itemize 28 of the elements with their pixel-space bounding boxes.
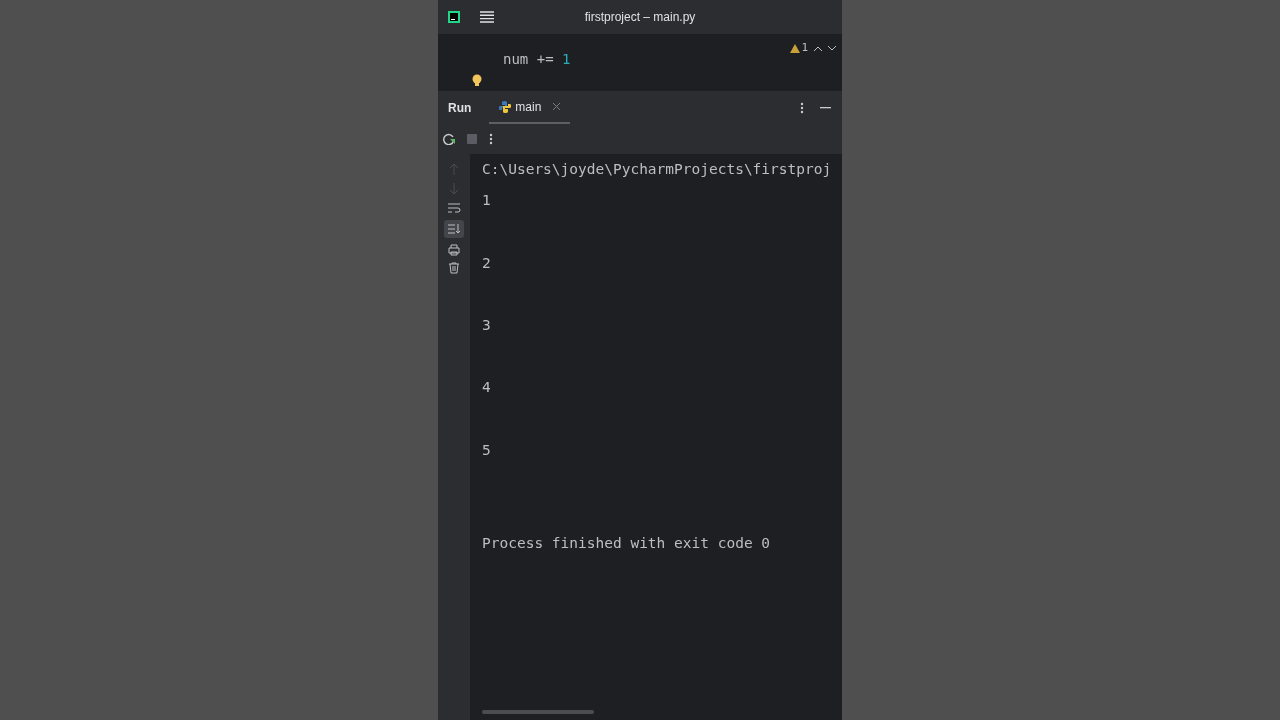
console-line: Process finished with exit code 0 xyxy=(482,535,771,552)
console-line: C:\Users\joyde\PycharmProjects\firstproj xyxy=(482,161,832,177)
more-options-icon[interactable] xyxy=(489,133,493,145)
console-line: 3 xyxy=(482,316,491,333)
panel-title: Run xyxy=(447,99,473,117)
scrollbar[interactable] xyxy=(482,710,594,714)
chevron-down-icon[interactable] xyxy=(828,45,836,51)
soft-wrap-icon[interactable] xyxy=(447,202,461,214)
console-line: 1 xyxy=(482,192,491,209)
lightbulb-icon[interactable] xyxy=(472,74,482,87)
chevron-up-icon[interactable] xyxy=(814,45,822,51)
trash-icon[interactable] xyxy=(448,262,460,274)
console-line: 5 xyxy=(482,441,491,458)
code-line: num += 1 xyxy=(503,50,571,69)
console-line: 4 xyxy=(482,379,491,396)
python-icon xyxy=(499,100,512,113)
console-line: 2 xyxy=(482,254,491,271)
print-icon[interactable] xyxy=(448,244,460,256)
menu-icon[interactable] xyxy=(480,11,494,23)
minimize-icon[interactable] xyxy=(820,106,831,109)
warning-icon xyxy=(790,43,801,53)
more-options-icon[interactable] xyxy=(800,101,804,114)
window-title: firstproject – main.py xyxy=(584,10,696,24)
close-icon[interactable] xyxy=(553,103,561,110)
warning-count: 1 xyxy=(801,40,808,56)
app-logo-icon[interactable] xyxy=(448,11,460,23)
scroll-to-end-icon[interactable] xyxy=(444,220,464,238)
rerun-icon[interactable] xyxy=(443,133,455,145)
